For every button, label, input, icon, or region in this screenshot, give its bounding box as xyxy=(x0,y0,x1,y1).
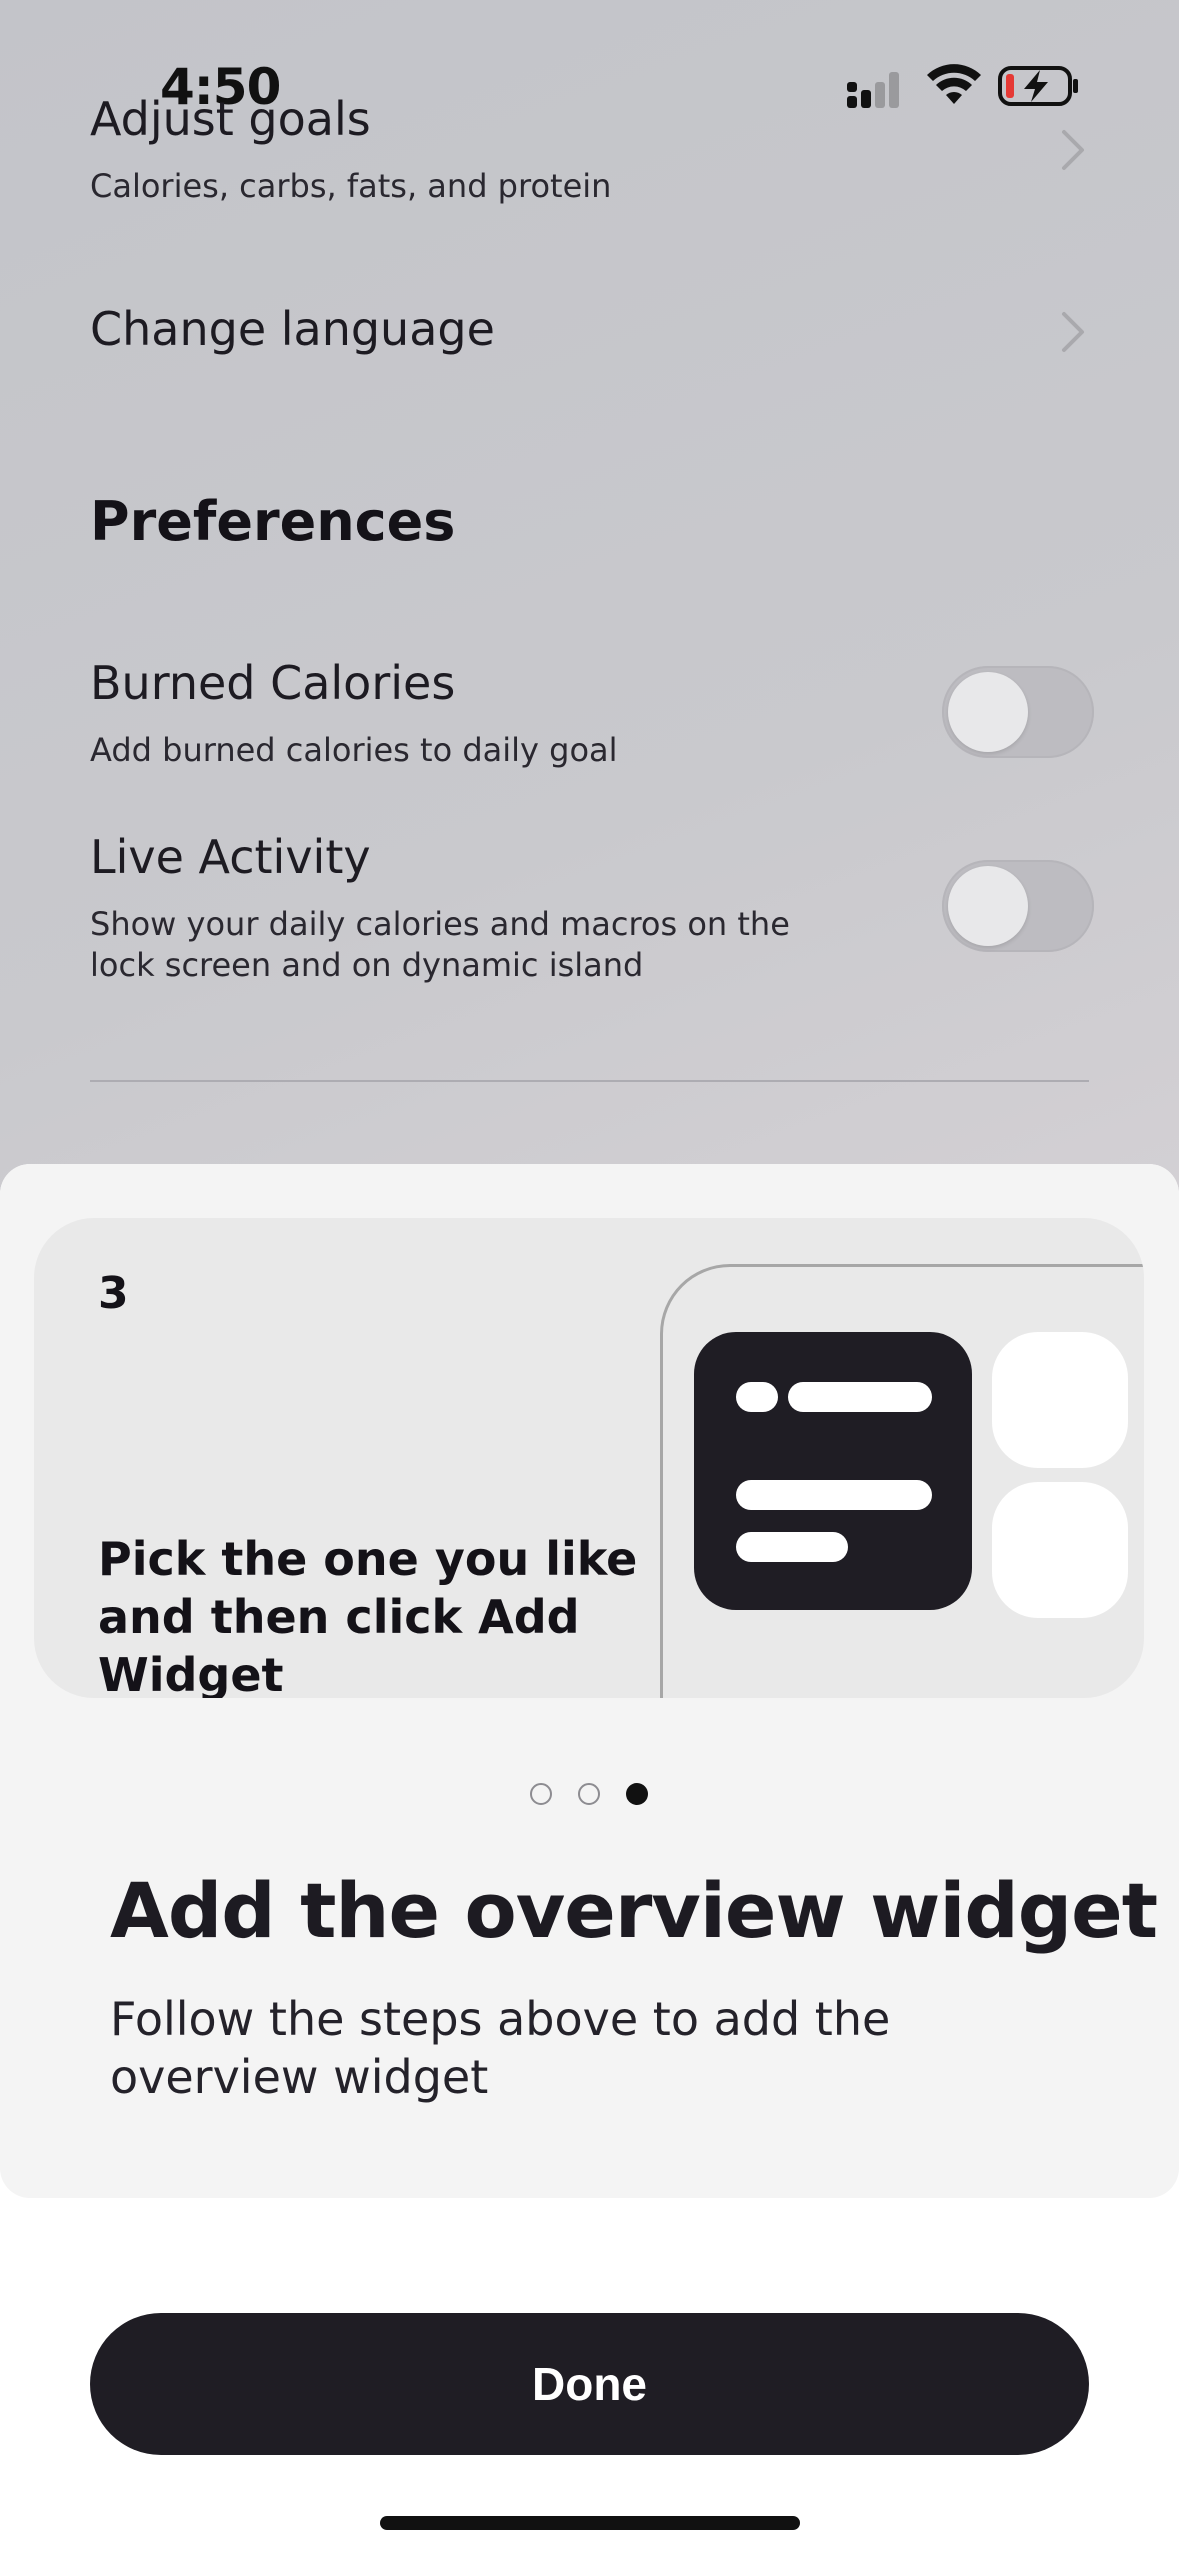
step-text: Pick the one you like and then click Add… xyxy=(98,1530,658,1698)
widget-bar xyxy=(736,1480,932,1510)
step-number: 3 xyxy=(98,1268,129,1319)
sheet-subtitle: Follow the steps above to add the overvi… xyxy=(110,1990,1010,2106)
done-button[interactable]: Done xyxy=(90,2313,1089,2455)
widget-bar xyxy=(788,1382,932,1412)
cellular-signal-icon xyxy=(847,72,899,108)
burned-calories-toggle[interactable] xyxy=(942,666,1094,758)
burned-calories-title: Burned Calories xyxy=(90,656,456,710)
sheet-subtitle-line1: Follow the steps above to add the xyxy=(110,1992,891,2046)
change-language-title[interactable]: Change language xyxy=(90,302,495,356)
chevron-right-icon[interactable] xyxy=(1060,128,1086,172)
toggle-knob xyxy=(948,672,1028,752)
widget-bar xyxy=(736,1532,848,1562)
divider xyxy=(90,1080,1089,1082)
preferences-heading: Preferences xyxy=(90,490,456,553)
pagination-dots xyxy=(528,1781,648,1809)
home-indicator[interactable] xyxy=(380,2516,800,2530)
step-text-line1: Pick the one you like xyxy=(98,1532,638,1586)
page-dot-active[interactable] xyxy=(626,1783,648,1805)
widget-bar xyxy=(736,1382,778,1412)
live-activity-subtitle-line2: lock screen and on dynamic island xyxy=(90,946,644,984)
adjust-goals-subtitle: Calories, carbs, fats, and protein xyxy=(90,167,612,205)
burned-calories-subtitle: Add burned calories to daily goal xyxy=(90,731,618,769)
sheet-title: Add the overview widget xyxy=(110,1866,1158,1955)
live-activity-title: Live Activity xyxy=(90,830,371,884)
adjust-goals-title[interactable]: Adjust goals xyxy=(90,92,371,146)
wifi-icon xyxy=(927,64,981,104)
page-dot[interactable] xyxy=(578,1783,600,1805)
step-card[interactable]: 3 Pick the one you like and then click A… xyxy=(34,1218,1144,1698)
battery-charging-icon xyxy=(998,66,1078,106)
step-text-line3: Widget xyxy=(98,1648,284,1698)
small-widget-preview xyxy=(992,1482,1128,1618)
small-widget-preview xyxy=(992,1332,1128,1468)
page-dot[interactable] xyxy=(530,1783,552,1805)
overview-widget-preview xyxy=(694,1332,972,1610)
live-activity-toggle[interactable] xyxy=(942,860,1094,952)
live-activity-subtitle-line1: Show your daily calories and macros on t… xyxy=(90,905,790,943)
sheet-subtitle-line2: overview widget xyxy=(110,2050,489,2104)
toggle-knob xyxy=(948,866,1028,946)
step-text-line2: and then click Add xyxy=(98,1590,580,1644)
chevron-right-icon[interactable] xyxy=(1060,310,1086,354)
